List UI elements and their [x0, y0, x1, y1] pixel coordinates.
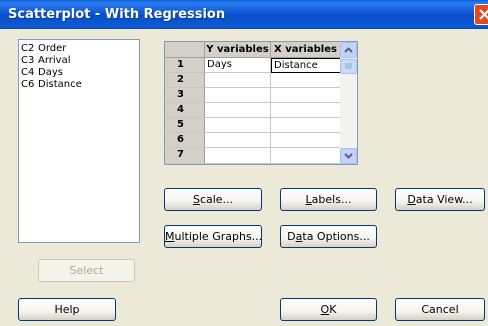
row-number: 6: [165, 133, 205, 148]
close-button[interactable]: [474, 4, 488, 25]
title-bar[interactable]: Scatterplot - With Regression: [0, 0, 488, 29]
window-title: Scatterplot - With Regression: [8, 7, 226, 22]
x-variable-cell[interactable]: [271, 103, 341, 118]
row-number: 1: [165, 58, 205, 73]
x-variables-header: X variables: [271, 42, 341, 58]
x-variable-cell[interactable]: [271, 148, 341, 164]
close-icon: [479, 9, 488, 20]
multiple-graphs-button[interactable]: Multiple Graphs...: [164, 225, 262, 248]
y-variable-cell[interactable]: [205, 118, 271, 133]
row-number: 5: [165, 118, 205, 133]
column-name: Order: [38, 43, 67, 54]
column-id: C3: [21, 55, 35, 66]
multiple-graphs-mnemonic: M: [165, 230, 175, 243]
multiple-graphs-label: ultiple Graphs...: [174, 230, 263, 243]
variables-list[interactable]: C2 Order C3 Arrival C4 Days C6 Distance: [18, 39, 140, 243]
labels-label: abels...: [311, 193, 352, 206]
row-number: 4: [165, 103, 205, 118]
column-name: Days: [38, 67, 63, 78]
column-id: C4: [21, 67, 35, 78]
cancel-button[interactable]: Cancel: [395, 298, 485, 321]
scroll-down-button[interactable]: [340, 148, 357, 164]
scroll-up-button[interactable]: [340, 42, 357, 58]
y-variable-cell[interactable]: [205, 88, 271, 103]
y-variable-cell[interactable]: [205, 103, 271, 118]
x-variable-cell[interactable]: [271, 73, 341, 88]
column-name: Arrival: [38, 55, 71, 66]
y-variable-cell[interactable]: [205, 148, 271, 164]
labels-button[interactable]: Labels...: [280, 188, 377, 211]
scale-mnemonic: S: [192, 193, 200, 206]
y-variable-cell[interactable]: [205, 133, 271, 148]
data-options-prefix: D: [287, 230, 296, 243]
row-number: 3: [165, 88, 205, 103]
column-id: C6: [21, 79, 35, 90]
x-variable-cell[interactable]: [271, 133, 341, 148]
grid-scrollbar[interactable]: [340, 42, 357, 164]
ok-label: K: [329, 303, 337, 316]
grid-corner: [165, 42, 205, 58]
column-id: C2: [21, 43, 35, 54]
x-variable-cell[interactable]: [271, 88, 341, 103]
x-variable-cell[interactable]: [271, 118, 341, 133]
ok-mnemonic: O: [320, 303, 330, 316]
x-variable-cell[interactable]: Distance: [271, 58, 341, 73]
select-button[interactable]: Select: [38, 259, 135, 282]
scale-label: cale...: [199, 193, 234, 206]
scale-button[interactable]: Scale...: [164, 188, 262, 211]
help-button[interactable]: Help: [18, 298, 116, 321]
y-variable-cell[interactable]: [205, 73, 271, 88]
row-number: 2: [165, 73, 205, 88]
data-view-button[interactable]: Data View...: [395, 188, 485, 211]
data-options-label: ta Options...: [302, 230, 370, 243]
grip-icon: [345, 63, 352, 69]
y-variable-cell[interactable]: Days: [205, 58, 271, 73]
data-view-mnemonic: D: [407, 193, 416, 206]
data-options-button[interactable]: Data Options...: [280, 225, 377, 248]
column-name: Distance: [38, 79, 82, 90]
chevron-up-icon: [344, 47, 353, 53]
data-view-label: ata View...: [415, 193, 473, 206]
y-variables-header: Y variables: [205, 42, 271, 58]
row-number: 7: [165, 148, 205, 164]
scroll-thumb[interactable]: [340, 59, 357, 74]
variables-grid[interactable]: Y variables X variables 1 Days Distance …: [164, 41, 358, 165]
chevron-down-icon: [344, 153, 353, 159]
ok-button[interactable]: OK: [280, 298, 377, 321]
